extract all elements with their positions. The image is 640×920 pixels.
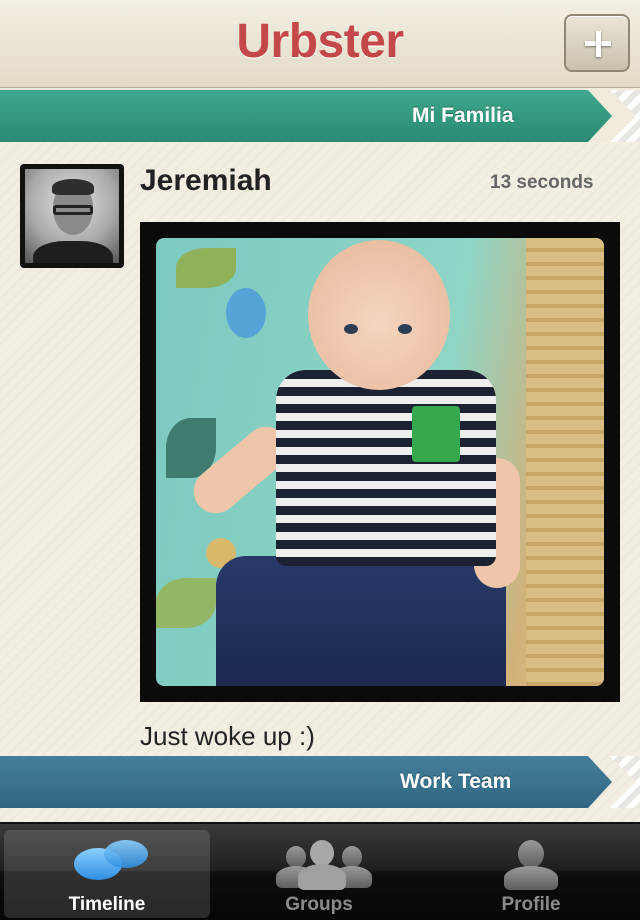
group-banner-label: Mi Familia xyxy=(412,104,514,127)
group-banner-work-team[interactable]: Work Team xyxy=(0,756,640,808)
post-photo[interactable] xyxy=(140,222,620,702)
app-title: Urbster xyxy=(236,15,404,68)
person-icon xyxy=(428,834,634,890)
tab-label: Groups xyxy=(285,894,353,915)
post-caption: Just woke up :) xyxy=(140,721,315,751)
group-banner-mi-familia[interactable]: Mi Familia xyxy=(0,90,640,142)
tab-bar: Timeline Groups Profile xyxy=(0,822,640,920)
group-people-icon xyxy=(216,834,422,890)
tab-timeline[interactable]: Timeline xyxy=(4,830,210,918)
tab-groups[interactable]: Groups xyxy=(216,830,422,918)
tab-profile[interactable]: Profile xyxy=(428,830,634,918)
add-post-button[interactable] xyxy=(564,14,630,72)
tab-label: Timeline xyxy=(68,894,146,915)
post-author[interactable]: Jeremiah xyxy=(140,164,272,198)
app-header: Urbster xyxy=(0,0,640,88)
tab-label: Profile xyxy=(501,894,561,915)
post-timestamp: 13 seconds xyxy=(490,172,594,193)
group-banner-label: Work Team xyxy=(400,770,512,793)
author-avatar[interactable] xyxy=(20,164,124,268)
chat-bubbles-icon xyxy=(4,834,210,886)
